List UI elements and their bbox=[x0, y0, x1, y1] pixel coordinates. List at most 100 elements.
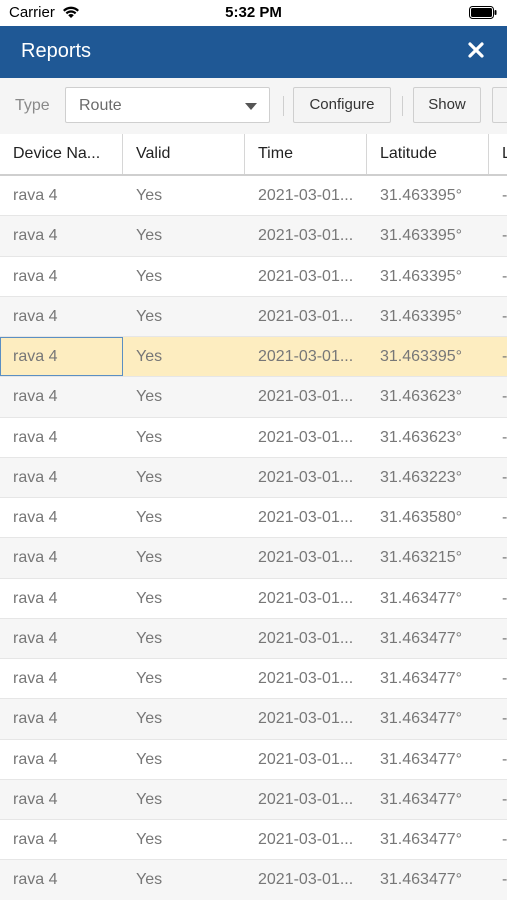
cell-valid[interactable]: Yes bbox=[123, 619, 245, 658]
table-row[interactable]: rava 4 Yes 2021-03-01... 31.463477° - bbox=[0, 659, 507, 700]
cell-latitude[interactable]: 31.463395° bbox=[367, 216, 489, 255]
cell-latitude[interactable]: 31.463223° bbox=[367, 458, 489, 497]
cell-latitude[interactable]: 31.463477° bbox=[367, 699, 489, 738]
cell-valid[interactable]: Yes bbox=[123, 780, 245, 819]
table-row[interactable]: rava 4 Yes 2021-03-01... 31.463395° - bbox=[0, 176, 507, 217]
cell-longitude[interactable]: - bbox=[489, 538, 507, 577]
table-row[interactable]: rava 4 Yes 2021-03-01... 31.463477° - bbox=[0, 779, 507, 820]
cell-time[interactable]: 2021-03-01... bbox=[245, 458, 367, 497]
toolbar-overflow-button[interactable] bbox=[492, 87, 507, 123]
cell-valid[interactable]: Yes bbox=[123, 860, 245, 899]
cell-device[interactable]: rava 4 bbox=[0, 297, 123, 336]
cell-longitude[interactable]: - bbox=[489, 176, 507, 215]
show-button[interactable]: Show bbox=[413, 87, 481, 123]
cell-longitude[interactable]: - bbox=[489, 216, 507, 255]
cell-latitude[interactable]: 31.463580° bbox=[367, 498, 489, 537]
cell-valid[interactable]: Yes bbox=[123, 740, 245, 779]
cell-time[interactable]: 2021-03-01... bbox=[245, 498, 367, 537]
table-row[interactable]: rava 4 Yes 2021-03-01... 31.463395° - bbox=[0, 216, 507, 257]
cell-longitude[interactable]: - bbox=[489, 297, 507, 336]
cell-valid[interactable]: Yes bbox=[123, 297, 245, 336]
cell-valid[interactable]: Yes bbox=[123, 659, 245, 698]
cell-device[interactable]: rava 4 bbox=[0, 619, 123, 658]
cell-valid[interactable]: Yes bbox=[123, 579, 245, 618]
table-row[interactable]: rava 4 Yes 2021-03-01... 31.463223° - bbox=[0, 457, 507, 498]
cell-device[interactable]: rava 4 bbox=[0, 377, 123, 416]
cell-device[interactable]: rava 4 bbox=[0, 418, 123, 457]
configure-button[interactable]: Configure bbox=[293, 87, 391, 123]
cell-latitude[interactable]: 31.463477° bbox=[367, 619, 489, 658]
cell-device[interactable]: rava 4 bbox=[0, 257, 123, 296]
cell-time[interactable]: 2021-03-01... bbox=[245, 257, 367, 296]
cell-longitude[interactable]: - bbox=[489, 659, 507, 698]
table-body[interactable]: rava 4 Yes 2021-03-01... 31.463395° - rava 4Y… bbox=[0, 176, 507, 900]
table-row[interactable]: rava 4 Yes 2021-03-01... 31.463395° - bbox=[0, 337, 507, 378]
cell-time[interactable]: 2021-03-01... bbox=[245, 216, 367, 255]
table-row[interactable]: rava 4 Yes 2021-03-01... 31.463623° - bbox=[0, 417, 507, 458]
cell-device[interactable]: rava 4 bbox=[0, 579, 123, 618]
table-row[interactable]: rava 4 Yes 2021-03-01... 31.463215° - bbox=[0, 538, 507, 579]
cell-device[interactable]: rava 4 bbox=[0, 337, 123, 377]
cell-device[interactable]: rava 4 bbox=[0, 699, 123, 738]
cell-device[interactable]: rava 4 bbox=[0, 820, 123, 859]
cell-time[interactable]: 2021-03-01... bbox=[245, 780, 367, 819]
cell-latitude[interactable]: 31.463623° bbox=[367, 377, 489, 416]
cell-time[interactable]: 2021-03-01... bbox=[245, 337, 367, 376]
cell-longitude[interactable]: - bbox=[489, 377, 507, 416]
table-row[interactable]: rava 4 Yes 2021-03-01... 31.463395° - bbox=[0, 256, 507, 297]
column-header-latitude[interactable]: Latitude bbox=[367, 134, 489, 174]
cell-valid[interactable]: Yes bbox=[123, 699, 245, 738]
cell-device[interactable]: rava 4 bbox=[0, 860, 123, 899]
cell-valid[interactable]: Yes bbox=[123, 538, 245, 577]
cell-valid[interactable]: Yes bbox=[123, 377, 245, 416]
cell-latitude[interactable]: 31.463215° bbox=[367, 538, 489, 577]
cell-valid[interactable]: Yes bbox=[123, 176, 245, 215]
cell-longitude[interactable]: - bbox=[489, 780, 507, 819]
cell-device[interactable]: rava 4 bbox=[0, 740, 123, 779]
cell-latitude[interactable]: 31.463395° bbox=[367, 176, 489, 215]
cell-valid[interactable]: Yes bbox=[123, 820, 245, 859]
cell-valid[interactable]: Yes bbox=[123, 337, 245, 376]
type-select[interactable]: Route bbox=[65, 87, 270, 123]
cell-longitude[interactable]: - bbox=[489, 579, 507, 618]
cell-latitude[interactable]: 31.463395° bbox=[367, 297, 489, 336]
cell-time[interactable]: 2021-03-01... bbox=[245, 176, 367, 215]
table-row[interactable]: rava 4 Yes 2021-03-01... 31.463623° - bbox=[0, 377, 507, 418]
cell-time[interactable]: 2021-03-01... bbox=[245, 418, 367, 457]
cell-longitude[interactable]: - bbox=[489, 257, 507, 296]
cell-longitude[interactable]: - bbox=[489, 860, 507, 899]
cell-time[interactable]: 2021-03-01... bbox=[245, 860, 367, 899]
cell-latitude[interactable]: 31.463477° bbox=[367, 740, 489, 779]
cell-valid[interactable]: Yes bbox=[123, 216, 245, 255]
cell-latitude[interactable]: 31.463477° bbox=[367, 780, 489, 819]
cell-time[interactable]: 2021-03-01... bbox=[245, 619, 367, 658]
column-header-valid[interactable]: Valid bbox=[123, 134, 245, 174]
table-row[interactable]: rava 4 Yes 2021-03-01... 31.463395° - bbox=[0, 296, 507, 337]
cell-device[interactable]: rava 4 bbox=[0, 538, 123, 577]
cell-time[interactable]: 2021-03-01... bbox=[245, 699, 367, 738]
close-icon[interactable] bbox=[462, 36, 490, 64]
cell-valid[interactable]: Yes bbox=[123, 418, 245, 457]
column-header-longitude[interactable]: L bbox=[489, 134, 507, 174]
cell-latitude[interactable]: 31.463395° bbox=[367, 257, 489, 296]
cell-device[interactable]: rava 4 bbox=[0, 659, 123, 698]
cell-valid[interactable]: Yes bbox=[123, 458, 245, 497]
table-row[interactable]: rava 4 Yes 2021-03-01... 31.463477° - bbox=[0, 820, 507, 861]
cell-latitude[interactable]: 31.463477° bbox=[367, 860, 489, 899]
cell-longitude[interactable]: - bbox=[489, 699, 507, 738]
cell-device[interactable]: rava 4 bbox=[0, 216, 123, 255]
cell-time[interactable]: 2021-03-01... bbox=[245, 740, 367, 779]
column-header-time[interactable]: Time bbox=[245, 134, 367, 174]
cell-longitude[interactable]: - bbox=[489, 418, 507, 457]
cell-longitude[interactable]: - bbox=[489, 619, 507, 658]
cell-longitude[interactable]: - bbox=[489, 458, 507, 497]
cell-time[interactable]: 2021-03-01... bbox=[245, 297, 367, 336]
table-row[interactable]: rava 4 Yes 2021-03-01... 31.463477° - bbox=[0, 578, 507, 619]
cell-longitude[interactable]: - bbox=[489, 498, 507, 537]
cell-time[interactable]: 2021-03-01... bbox=[245, 579, 367, 618]
table-row[interactable]: rava 4 Yes 2021-03-01... 31.463580° - bbox=[0, 498, 507, 539]
table-row[interactable]: rava 4 Yes 2021-03-01... 31.463477° - bbox=[0, 618, 507, 659]
cell-device[interactable]: rava 4 bbox=[0, 176, 123, 215]
cell-device[interactable]: rava 4 bbox=[0, 780, 123, 819]
cell-latitude[interactable]: 31.463477° bbox=[367, 820, 489, 859]
